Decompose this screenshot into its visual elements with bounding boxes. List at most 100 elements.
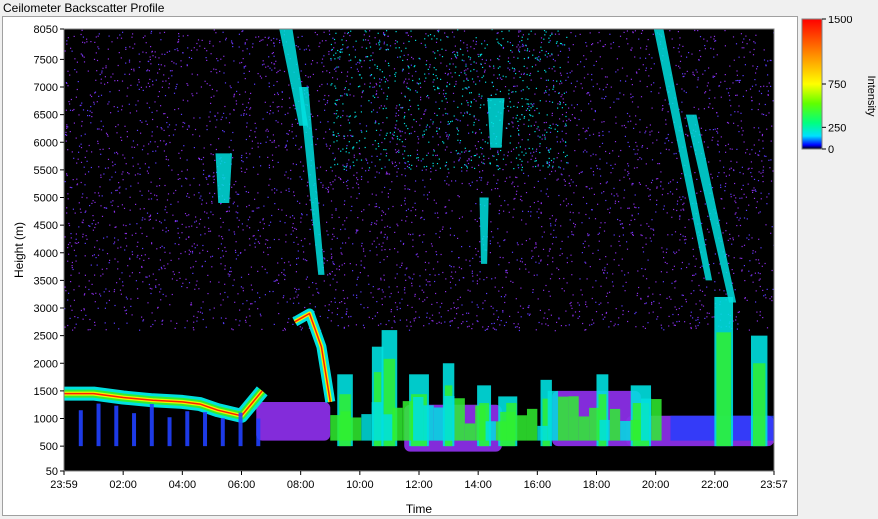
noise-pixel — [730, 193, 732, 195]
noise-pixel — [394, 73, 396, 75]
noise-pixel — [223, 112, 225, 114]
noise-pixel — [483, 155, 485, 157]
noise-pixel — [375, 43, 377, 45]
noise-pixel — [521, 114, 523, 116]
noise-pixel — [291, 123, 293, 125]
noise-pixel — [446, 85, 448, 87]
noise-pixel — [516, 114, 518, 116]
noise-pixel — [128, 103, 130, 105]
noise-pixel — [498, 290, 500, 292]
noise-pixel — [404, 138, 407, 140]
noise-pixel — [418, 57, 420, 59]
noise-pixel — [329, 284, 331, 286]
noise-pixel — [224, 268, 226, 270]
noise-pixel — [534, 247, 536, 249]
noise-pixel — [578, 118, 580, 121]
noise-pixel — [743, 47, 745, 49]
noise-pixel — [479, 261, 481, 263]
noise-pixel — [468, 158, 470, 160]
noise-pixel — [82, 193, 84, 195]
noise-pixel — [137, 254, 139, 256]
noise-pixel — [647, 259, 649, 261]
noise-pixel — [269, 178, 271, 180]
noise-pixel — [449, 234, 451, 236]
noise-pixel — [605, 86, 607, 88]
noise-pixel — [283, 269, 285, 271]
noise-pixel — [444, 32, 446, 34]
noise-pixel — [212, 317, 214, 319]
noise-pixel — [557, 152, 560, 154]
noise-pixel — [186, 215, 188, 217]
noise-pixel — [565, 111, 567, 114]
noise-pixel — [545, 90, 547, 92]
noise-pixel — [655, 178, 658, 180]
noise-pixel — [583, 77, 586, 79]
noise-pixel — [547, 166, 549, 168]
noise-pixel — [322, 186, 324, 188]
noise-pixel — [516, 85, 518, 87]
noise-pixel — [515, 147, 518, 149]
noise-pixel — [445, 112, 447, 115]
noise-pixel — [565, 132, 567, 135]
noise-pixel — [651, 219, 653, 221]
noise-pixel — [146, 276, 148, 278]
noise-pixel — [584, 329, 586, 331]
noise-pixel — [489, 243, 491, 245]
noise-pixel — [148, 167, 150, 169]
noise-pixel — [474, 167, 476, 169]
noise-pixel — [566, 36, 568, 38]
noise-pixel — [447, 36, 449, 38]
noise-pixel — [116, 132, 118, 134]
noise-pixel — [703, 277, 705, 279]
noise-pixel — [173, 62, 175, 64]
noise-pixel — [249, 135, 251, 137]
noise-pixel — [73, 122, 75, 124]
noise-pixel — [490, 305, 492, 307]
noise-pixel — [757, 259, 760, 261]
noise-pixel — [610, 47, 612, 49]
noise-pixel — [264, 101, 266, 103]
noise-pixel — [342, 242, 344, 244]
noise-pixel — [341, 95, 343, 97]
noise-pixel — [645, 69, 647, 72]
noise-pixel — [581, 252, 583, 254]
noise-pixel — [268, 184, 270, 186]
noise-pixel — [326, 83, 328, 85]
noise-pixel — [603, 98, 605, 100]
noise-pixel — [388, 159, 390, 161]
noise-pixel — [204, 80, 206, 82]
noise-pixel — [525, 240, 527, 242]
noise-pixel — [193, 243, 195, 245]
noise-pixel — [113, 106, 115, 108]
noise-pixel — [236, 193, 238, 195]
noise-pixel — [340, 247, 342, 249]
noise-pixel — [261, 266, 263, 268]
noise-pixel — [650, 91, 652, 93]
noise-pixel — [759, 278, 761, 280]
noise-pixel — [146, 170, 148, 172]
noise-pixel — [276, 92, 279, 94]
noise-pixel — [761, 160, 763, 162]
noise-pixel — [285, 241, 287, 243]
noise-pixel — [101, 72, 103, 74]
noise-pixel — [397, 114, 400, 116]
noise-pixel — [426, 165, 428, 168]
noise-pixel — [602, 134, 604, 136]
noise-pixel — [516, 106, 518, 108]
noise-pixel — [328, 309, 330, 311]
noise-pixel — [355, 324, 357, 326]
noise-pixel — [541, 236, 543, 238]
noise-pixel — [211, 255, 214, 257]
noise-pixel — [224, 105, 226, 108]
noise-pixel — [542, 134, 544, 136]
noise-pixel — [348, 237, 350, 239]
noise-pixel — [599, 146, 601, 148]
noise-pixel — [287, 321, 289, 323]
noise-pixel — [347, 32, 349, 34]
noise-pixel — [121, 80, 124, 82]
noise-pixel — [362, 39, 365, 41]
noise-pixel — [255, 238, 257, 240]
noise-pixel — [534, 57, 536, 59]
noise-pixel — [553, 229, 555, 231]
noise-pixel — [266, 44, 268, 46]
